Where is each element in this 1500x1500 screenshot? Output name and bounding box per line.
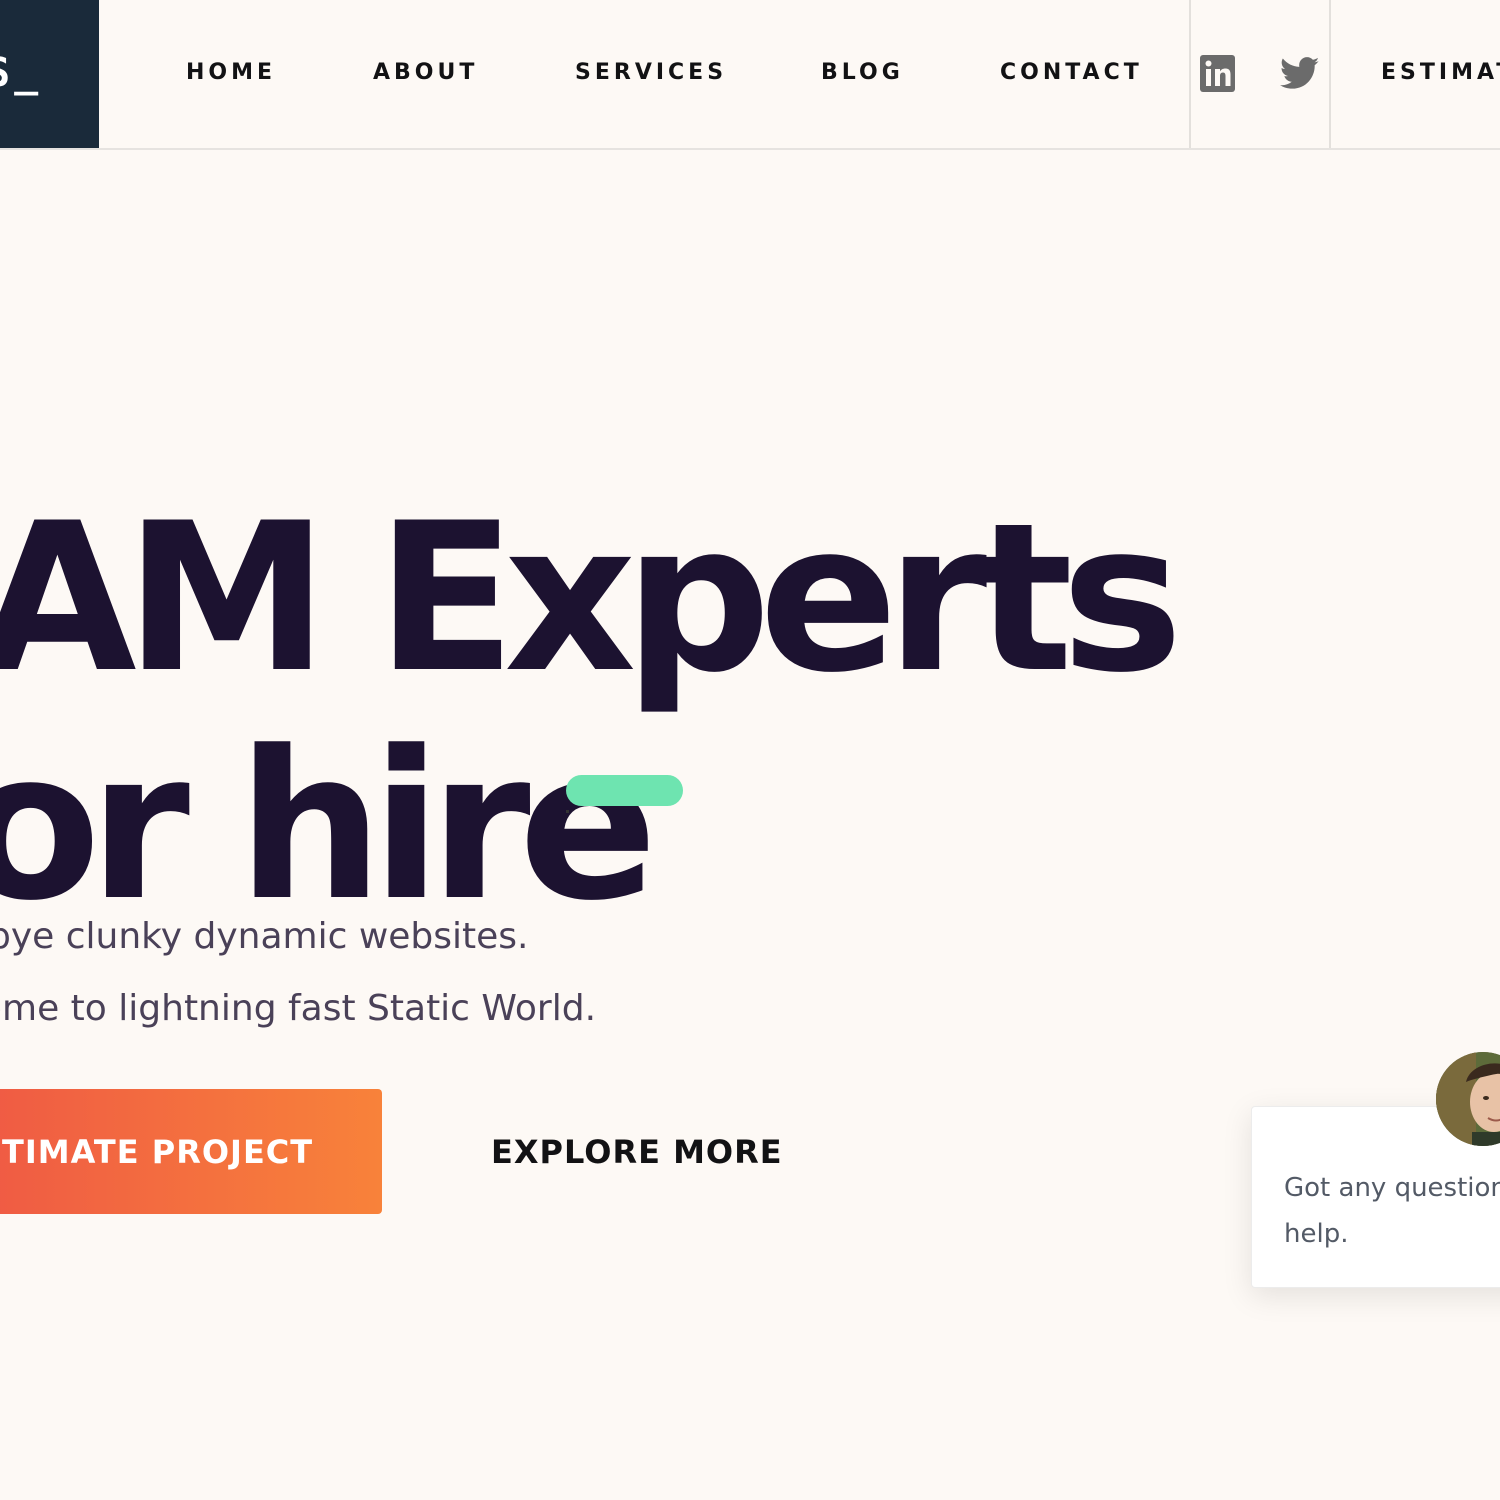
site-logo[interactable]: S_ (0, 0, 99, 148)
linkedin-icon[interactable] (1200, 55, 1235, 97)
nav-about[interactable]: ABOUT (373, 60, 478, 85)
nav-contact[interactable]: CONTACT (1000, 60, 1143, 85)
estimate-project-label: STIMATE PROJECT (0, 1133, 314, 1171)
hero-subtitle-line-2: ome to lightning fast Static World. (0, 988, 597, 1029)
chat-message: Got any questions? help. (1284, 1173, 1500, 1249)
site-header: S_ HOME ABOUT SERVICES BLOG CONTACT ESTI… (0, 0, 1500, 150)
nav-estimate-button[interactable]: ESTIMAT (1381, 60, 1500, 85)
estimate-project-button[interactable]: STIMATE PROJECT (0, 1089, 382, 1214)
nav-divider (1329, 0, 1331, 148)
nav-home[interactable]: HOME (186, 60, 276, 85)
cursor-dot (566, 810, 569, 813)
logo-text: S_ (0, 50, 43, 96)
hero-title-line-1: AM Experts (0, 480, 1183, 719)
twitter-icon[interactable] (1279, 57, 1320, 95)
explore-more-button[interactable]: EXPLORE MORE (491, 1133, 783, 1171)
nav-services[interactable]: SERVICES (575, 60, 727, 85)
nav-divider (1189, 0, 1191, 148)
hero-title-line-2: or hire (0, 708, 658, 947)
page: S_ HOME ABOUT SERVICES BLOG CONTACT ESTI… (0, 0, 1500, 1500)
typing-cursor (566, 775, 683, 806)
hero-subtitle-line-1: bye clunky dynamic websites. (0, 916, 529, 957)
nav-blog[interactable]: BLOG (821, 60, 904, 85)
